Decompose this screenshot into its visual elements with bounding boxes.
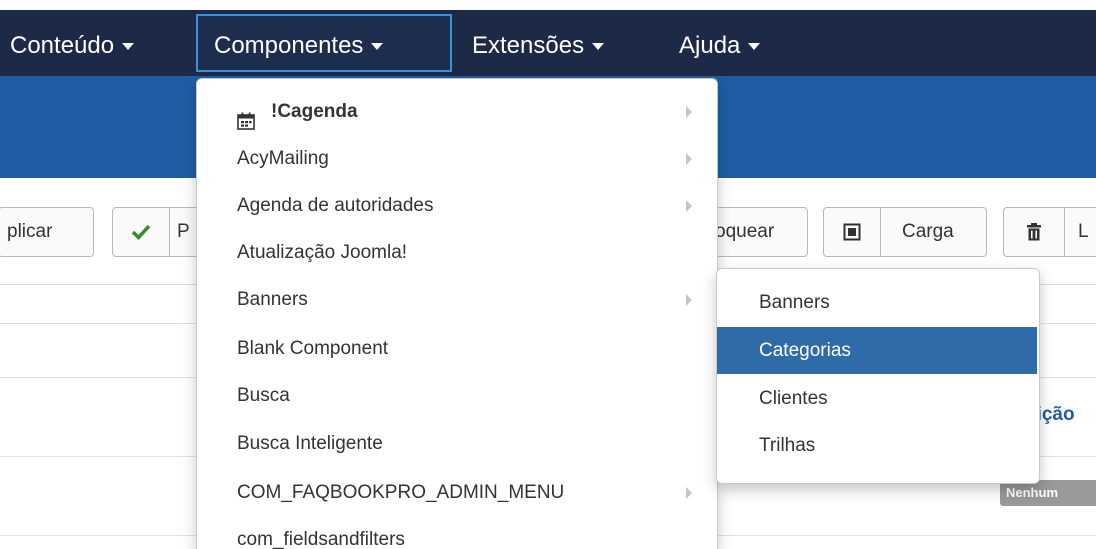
submenu-item-categorias[interactable]: Categorias [717,327,1037,374]
submenu-arrow-icon [686,200,692,212]
submenu-arrow-icon [686,294,692,306]
submenu-item-banners[interactable]: Banners [717,279,1037,326]
batch-label: Carga [902,221,954,242]
submenu-item-label: Clientes [759,388,828,409]
menu-item-label: Blank Component [237,338,389,359]
menu-item-label: COM_FAQBOOKPRO_ADMIN_MENU [237,482,565,503]
nav-ajuda[interactable]: Ajuda [679,20,761,72]
submenu-arrow-icon [686,153,692,165]
menu-item-blank-component[interactable]: Blank Component [197,326,717,372]
menu-item-acymailing[interactable]: AcyMailing [197,136,717,182]
nav-conteudo[interactable]: Conteúdo [10,20,135,72]
submenu-item-clientes[interactable]: Clientes [717,375,1037,422]
checkin-label: oquear [715,221,775,242]
nav-extensoes[interactable]: Extensões [472,20,605,72]
components-dropdown: !Cagenda AcyMailing Agenda de autoridade… [196,78,718,549]
apply-label: plicar [7,221,53,242]
menu-item-label: com_fieldsandfilters [237,529,405,549]
submenu-item-label: Categorias [759,340,851,361]
nav-extensoes-label: Extensões [472,32,585,59]
banners-submenu: Banners Categorias Clientes Trilhas [716,268,1040,484]
trash-label: L [1078,221,1089,242]
menu-item-label: !Cagenda [271,101,358,122]
batch-button[interactable]: Carga [823,207,987,257]
menu-item-busca-inteligente[interactable]: Busca Inteligente [197,421,717,467]
submenu-item-trilhas[interactable]: Trilhas [717,422,1037,469]
trash-icon [1004,208,1065,256]
nav-componentes[interactable]: Componentes [214,20,384,72]
menu-item-label: Atualização Joomla! [237,242,408,263]
submenu-item-label: Banners [759,292,830,313]
nav-componentes-label: Componentes [214,32,364,59]
menu-item-fieldsandfilters[interactable]: com_fieldsandfilters [197,517,717,549]
menu-item-label: AcyMailing [237,148,329,169]
menu-item-banners[interactable]: Banners [197,277,717,323]
calendar-icon [237,102,255,130]
menu-item-faqbookpro[interactable]: COM_FAQBOOKPRO_ADMIN_MENU [197,470,717,516]
menu-item-agenda-autoridades[interactable]: Agenda de autoridades [197,183,717,229]
batch-icon [824,208,881,256]
menu-item-label: Busca Inteligente [237,433,383,454]
apply-button[interactable]: plicar [0,207,94,257]
menu-item-label: Agenda de autoridades [237,195,434,216]
submenu-arrow-icon [686,106,692,118]
check-icon [113,208,170,256]
trash-button[interactable]: L [1003,207,1096,257]
menu-item-label: Banners [237,289,308,310]
menu-item-atualizacao-joomla[interactable]: Atualização Joomla! [197,230,717,276]
submenu-item-label: Trilhas [759,435,816,456]
menu-item-busca[interactable]: Busca [197,373,717,419]
menu-item-cagenda[interactable]: !Cagenda [197,89,717,135]
menu-item-label: Busca [237,385,290,406]
caret-down-icon [748,43,761,51]
nav-conteudo-label: Conteúdo [10,32,115,59]
browser-strip [0,0,1096,10]
submenu-arrow-icon [686,487,692,499]
nav-ajuda-label: Ajuda [679,32,741,59]
publish-label: P [177,221,190,242]
caret-down-icon [122,43,135,51]
caret-down-icon [592,43,605,51]
caret-down-icon [371,43,384,51]
